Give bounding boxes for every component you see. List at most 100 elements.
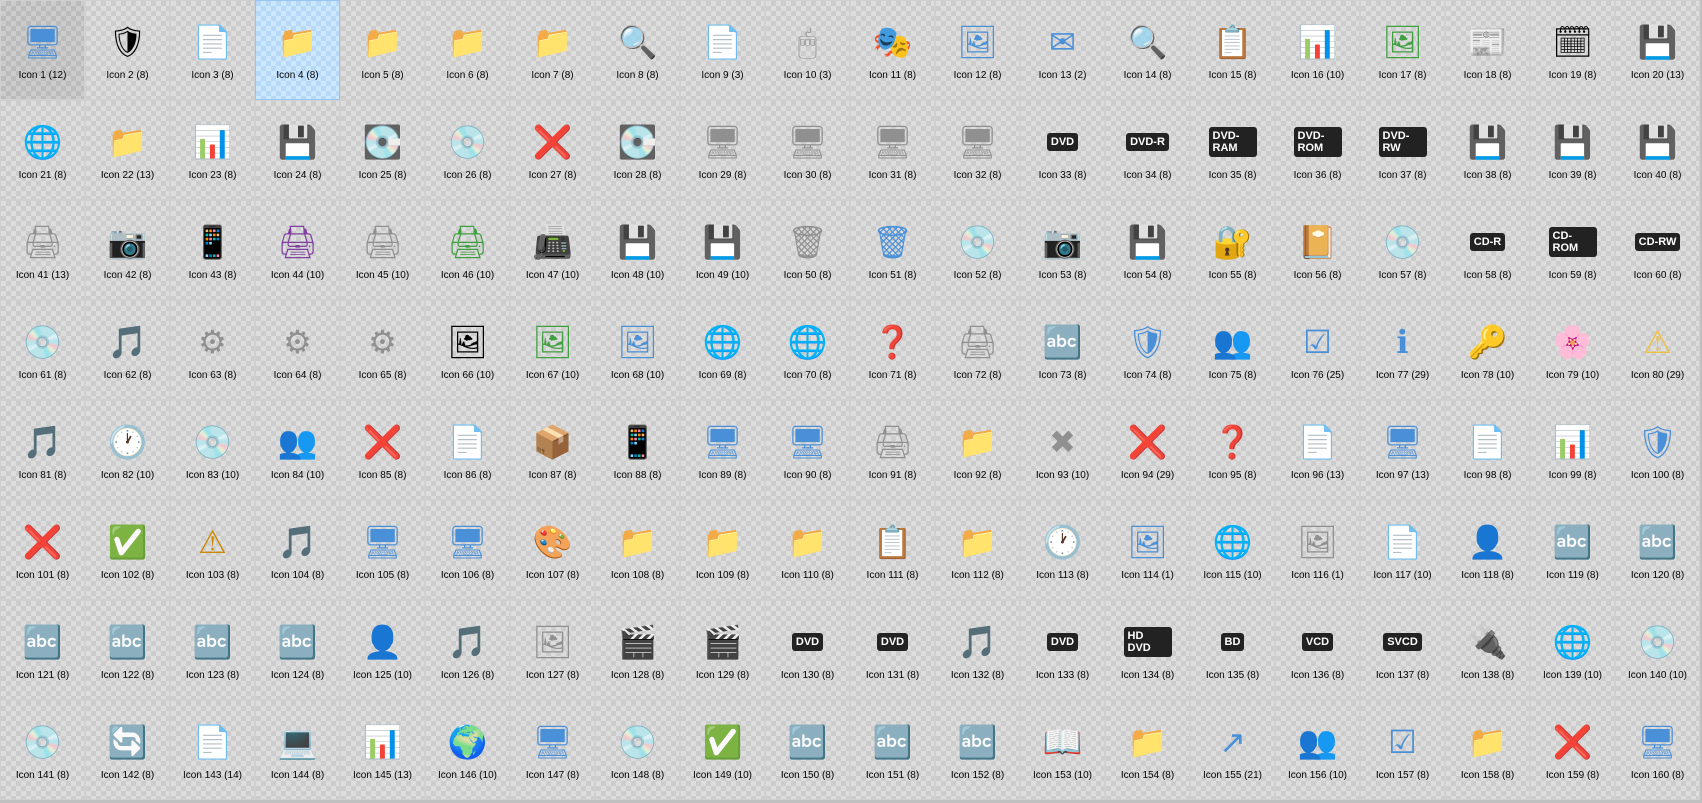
icon-cell-29[interactable]: 🖥Icon 29 (8) — [680, 100, 765, 200]
icon-cell-47[interactable]: 📠Icon 47 (10) — [510, 200, 595, 300]
icon-cell-82[interactable]: 🕐Icon 82 (10) — [85, 400, 170, 500]
icon-cell-78[interactable]: 🔑Icon 78 (10) — [1445, 300, 1530, 400]
icon-cell-118[interactable]: 👤Icon 118 (8) — [1445, 500, 1530, 600]
icon-cell-127[interactable]: 🖼Icon 127 (8) — [510, 600, 595, 700]
icon-cell-23[interactable]: 📊Icon 23 (8) — [170, 100, 255, 200]
icon-cell-87[interactable]: 📦Icon 87 (8) — [510, 400, 595, 500]
icon-cell-117[interactable]: 📄Icon 117 (10) — [1360, 500, 1445, 600]
icon-cell-35[interactable]: DVD-RAMIcon 35 (8) — [1190, 100, 1275, 200]
icon-cell-112[interactable]: 📁Icon 112 (8) — [935, 500, 1020, 600]
icon-cell-28[interactable]: 💽Icon 28 (8) — [595, 100, 680, 200]
icon-cell-75[interactable]: 👥Icon 75 (8) — [1190, 300, 1275, 400]
icon-cell-97[interactable]: 🖥Icon 97 (13) — [1360, 400, 1445, 500]
icon-cell-79[interactable]: 🌸Icon 79 (10) — [1530, 300, 1615, 400]
icon-cell-121[interactable]: 🔤Icon 121 (8) — [0, 600, 85, 700]
icon-cell-21[interactable]: 🌐Icon 21 (8) — [0, 100, 85, 200]
icon-cell-114[interactable]: 🖼Icon 114 (1) — [1105, 500, 1190, 600]
icon-cell-53[interactable]: 📷Icon 53 (8) — [1020, 200, 1105, 300]
icon-cell-126[interactable]: 🎵Icon 126 (8) — [425, 600, 510, 700]
icon-cell-107[interactable]: 🎨Icon 107 (8) — [510, 500, 595, 600]
icon-cell-40[interactable]: 💾Icon 40 (8) — [1615, 100, 1700, 200]
icon-cell-152[interactable]: 🔤Icon 152 (8) — [935, 700, 1020, 800]
icon-cell-80[interactable]: ⚠Icon 80 (29) — [1615, 300, 1700, 400]
icon-cell-155[interactable]: ↗Icon 155 (21) — [1190, 700, 1275, 800]
icon-cell-134[interactable]: HD DVDIcon 134 (8) — [1105, 600, 1190, 700]
icon-cell-115[interactable]: 🌐Icon 115 (10) — [1190, 500, 1275, 600]
icon-cell-144[interactable]: 💻Icon 144 (8) — [255, 700, 340, 800]
icon-cell-58[interactable]: CD-RIcon 58 (8) — [1445, 200, 1530, 300]
icon-cell-17[interactable]: 🖼Icon 17 (8) — [1360, 0, 1445, 100]
icon-cell-77[interactable]: ℹIcon 77 (29) — [1360, 300, 1445, 400]
icon-cell-154[interactable]: 📁Icon 154 (8) — [1105, 700, 1190, 800]
icon-cell-49[interactable]: 💾Icon 49 (10) — [680, 200, 765, 300]
icon-cell-106[interactable]: 🖥Icon 106 (8) — [425, 500, 510, 600]
icon-cell-2[interactable]: 🛡Icon 2 (8) — [85, 0, 170, 100]
icon-cell-110[interactable]: 📁Icon 110 (8) — [765, 500, 850, 600]
icon-cell-88[interactable]: 📱Icon 88 (8) — [595, 400, 680, 500]
icon-cell-39[interactable]: 💾Icon 39 (8) — [1530, 100, 1615, 200]
icon-cell-136[interactable]: VCDIcon 136 (8) — [1275, 600, 1360, 700]
icon-cell-151[interactable]: 🔤Icon 151 (8) — [850, 700, 935, 800]
icon-cell-32[interactable]: 🖥Icon 32 (8) — [935, 100, 1020, 200]
icon-cell-31[interactable]: 🖥Icon 31 (8) — [850, 100, 935, 200]
icon-cell-153[interactable]: 📖Icon 153 (10) — [1020, 700, 1105, 800]
icon-cell-54[interactable]: 💾Icon 54 (8) — [1105, 200, 1190, 300]
icon-cell-141[interactable]: 💿Icon 141 (8) — [0, 700, 85, 800]
icon-cell-160[interactable]: 🖥Icon 160 (8) — [1615, 700, 1700, 800]
icon-cell-71[interactable]: ❓Icon 71 (8) — [850, 300, 935, 400]
icon-cell-64[interactable]: ⚙Icon 64 (8) — [255, 300, 340, 400]
icon-cell-142[interactable]: 🔄Icon 142 (8) — [85, 700, 170, 800]
icon-cell-73[interactable]: 🔤Icon 73 (8) — [1020, 300, 1105, 400]
icon-cell-132[interactable]: 🎵Icon 132 (8) — [935, 600, 1020, 700]
icon-cell-30[interactable]: 🖥Icon 30 (8) — [765, 100, 850, 200]
icon-cell-98[interactable]: 📄Icon 98 (8) — [1445, 400, 1530, 500]
icon-cell-84[interactable]: 👥Icon 84 (10) — [255, 400, 340, 500]
icon-cell-119[interactable]: 🔤Icon 119 (8) — [1530, 500, 1615, 600]
icon-cell-7[interactable]: 📁Icon 7 (8) — [510, 0, 595, 100]
icon-cell-72[interactable]: 🖨Icon 72 (8) — [935, 300, 1020, 400]
icon-cell-149[interactable]: ✅Icon 149 (10) — [680, 700, 765, 800]
icon-cell-147[interactable]: 🖥Icon 147 (8) — [510, 700, 595, 800]
icon-cell-61[interactable]: 💿Icon 61 (8) — [0, 300, 85, 400]
icon-cell-34[interactable]: DVD-RIcon 34 (8) — [1105, 100, 1190, 200]
icon-cell-159[interactable]: ❌Icon 159 (8) — [1530, 700, 1615, 800]
icon-cell-22[interactable]: 📁Icon 22 (13) — [85, 100, 170, 200]
icon-cell-96[interactable]: 📄Icon 96 (13) — [1275, 400, 1360, 500]
icon-cell-108[interactable]: 📁Icon 108 (8) — [595, 500, 680, 600]
icon-cell-145[interactable]: 📊Icon 145 (13) — [340, 700, 425, 800]
icon-cell-120[interactable]: 🔤Icon 120 (8) — [1615, 500, 1700, 600]
icon-cell-46[interactable]: 🖨Icon 46 (10) — [425, 200, 510, 300]
icon-cell-125[interactable]: 👤Icon 125 (10) — [340, 600, 425, 700]
icon-cell-101[interactable]: ❌Icon 101 (8) — [0, 500, 85, 600]
icon-cell-8[interactable]: 🔍Icon 8 (8) — [595, 0, 680, 100]
icon-cell-86[interactable]: 📄Icon 86 (8) — [425, 400, 510, 500]
icon-cell-94[interactable]: ❌Icon 94 (29) — [1105, 400, 1190, 500]
icon-cell-51[interactable]: 🗑Icon 51 (8) — [850, 200, 935, 300]
icon-cell-16[interactable]: 📊Icon 16 (10) — [1275, 0, 1360, 100]
icon-cell-48[interactable]: 💾Icon 48 (10) — [595, 200, 680, 300]
icon-cell-143[interactable]: 📄Icon 143 (14) — [170, 700, 255, 800]
icon-cell-67[interactable]: 🖼Icon 67 (10) — [510, 300, 595, 400]
icon-cell-20[interactable]: 💾Icon 20 (13) — [1615, 0, 1700, 100]
icon-cell-45[interactable]: 🖨Icon 45 (10) — [340, 200, 425, 300]
icon-cell-140[interactable]: 💿Icon 140 (10) — [1615, 600, 1700, 700]
icon-cell-122[interactable]: 🔤Icon 122 (8) — [85, 600, 170, 700]
icon-cell-123[interactable]: 🔤Icon 123 (8) — [170, 600, 255, 700]
icon-cell-36[interactable]: DVD-ROMIcon 36 (8) — [1275, 100, 1360, 200]
icon-cell-157[interactable]: ☑Icon 157 (8) — [1360, 700, 1445, 800]
icon-cell-135[interactable]: BDIcon 135 (8) — [1190, 600, 1275, 700]
icon-cell-5[interactable]: 📁Icon 5 (8) — [340, 0, 425, 100]
icon-cell-37[interactable]: DVD-RWIcon 37 (8) — [1360, 100, 1445, 200]
icon-cell-138[interactable]: 🔌Icon 138 (8) — [1445, 600, 1530, 700]
icon-cell-158[interactable]: 📁Icon 158 (8) — [1445, 700, 1530, 800]
icon-cell-130[interactable]: DVDIcon 130 (8) — [765, 600, 850, 700]
icon-cell-68[interactable]: 🖼Icon 68 (10) — [595, 300, 680, 400]
icon-cell-105[interactable]: 🖥Icon 105 (8) — [340, 500, 425, 600]
icon-cell-148[interactable]: 💿Icon 148 (8) — [595, 700, 680, 800]
icon-cell-116[interactable]: 🖼Icon 116 (1) — [1275, 500, 1360, 600]
icon-cell-10[interactable]: 🖱Icon 10 (3) — [765, 0, 850, 100]
icon-cell-59[interactable]: CD-ROMIcon 59 (8) — [1530, 200, 1615, 300]
icon-cell-24[interactable]: 💾Icon 24 (8) — [255, 100, 340, 200]
icon-cell-102[interactable]: ✅Icon 102 (8) — [85, 500, 170, 600]
icon-cell-9[interactable]: 📄Icon 9 (3) — [680, 0, 765, 100]
